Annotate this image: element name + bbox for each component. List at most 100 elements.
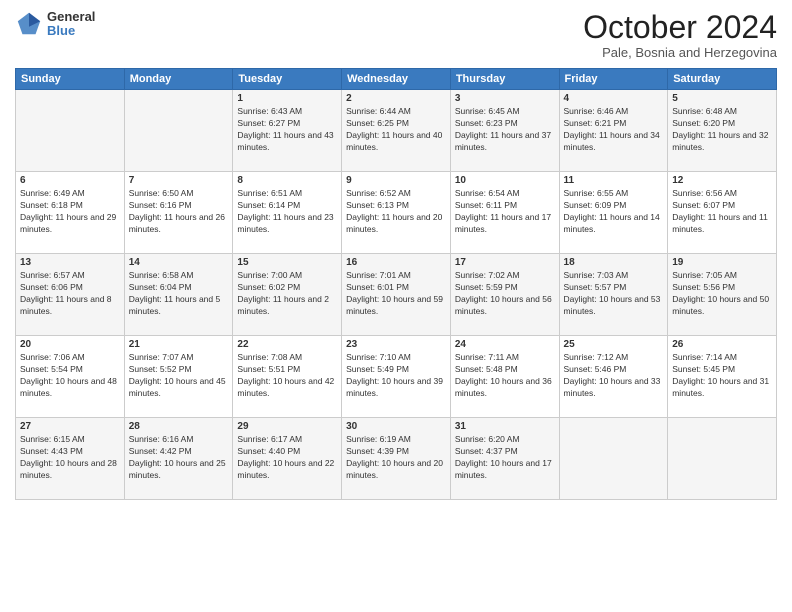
calendar-cell: 2 Sunrise: 6:44 AMSunset: 6:25 PMDaylight… <box>342 90 451 172</box>
day-number: 26 <box>672 339 772 350</box>
day-info: Sunrise: 7:10 AMSunset: 5:49 PMDaylight:… <box>346 352 446 400</box>
calendar-cell: 8 Sunrise: 6:51 AMSunset: 6:14 PMDaylight… <box>233 172 342 254</box>
day-info: Sunrise: 6:54 AMSunset: 6:11 PMDaylight:… <box>455 188 555 236</box>
calendar-cell: 21Sunrise: 7:07 AMSunset: 5:52 PMDayligh… <box>124 336 233 418</box>
day-number: 8 <box>237 175 337 186</box>
calendar-cell: 22Sunrise: 7:08 AMSunset: 5:51 PMDayligh… <box>233 336 342 418</box>
calendar-cell: 16 Sunrise: 7:01 AMSunset: 6:01 PMDayligh… <box>342 254 451 336</box>
day-number: 9 <box>346 175 446 186</box>
calendar-cell <box>668 418 777 500</box>
header-friday: Friday <box>559 69 668 90</box>
calendar-cell: 28 Sunrise: 6:16 AMSunset: 4:42 PMDayligh… <box>124 418 233 500</box>
day-number: 17 <box>455 257 555 268</box>
day-number: 13 <box>20 257 120 268</box>
day-number: 3 <box>455 93 555 104</box>
logo: General Blue <box>15 10 95 39</box>
calendar-table: Sunday Monday Tuesday Wednesday Thursday… <box>15 68 777 500</box>
header-tuesday: Tuesday <box>233 69 342 90</box>
day-number: 25 <box>564 339 664 350</box>
calendar-week-2: 6Sunrise: 6:49 AMSunset: 6:18 PMDaylight… <box>16 172 777 254</box>
title-block: October 2024 Pale, Bosnia and Herzegovin… <box>583 10 777 60</box>
calendar-cell: 9Sunrise: 6:52 AMSunset: 6:13 PMDaylight… <box>342 172 451 254</box>
day-info: Sunrise: 6:44 AMSunset: 6:25 PMDaylight:… <box>346 106 446 154</box>
logo-blue: Blue <box>47 24 95 38</box>
calendar-cell: 23 Sunrise: 7:10 AMSunset: 5:49 PMDayligh… <box>342 336 451 418</box>
day-info: Sunrise: 7:01 AMSunset: 6:01 PMDaylight:… <box>346 270 446 318</box>
day-number: 18 <box>564 257 664 268</box>
day-info: Sunrise: 6:51 AMSunset: 6:14 PMDaylight:… <box>237 188 337 236</box>
day-info: Sunrise: 6:55 AMSunset: 6:09 PMDaylight:… <box>564 188 664 236</box>
day-number: 27 <box>20 421 120 432</box>
day-info: Sunrise: 6:45 AMSunset: 6:23 PMDaylight:… <box>455 106 555 154</box>
day-info: Sunrise: 6:46 AMSunset: 6:21 PMDaylight:… <box>564 106 664 154</box>
day-info: Sunrise: 6:56 AMSunset: 6:07 PMDaylight:… <box>672 188 772 236</box>
header-wednesday: Wednesday <box>342 69 451 90</box>
header-row: Sunday Monday Tuesday Wednesday Thursday… <box>16 69 777 90</box>
calendar-week-1: 1Sunrise: 6:43 AMSunset: 6:27 PMDaylight… <box>16 90 777 172</box>
day-info: Sunrise: 7:00 AMSunset: 6:02 PMDaylight:… <box>237 270 337 318</box>
day-number: 28 <box>129 421 229 432</box>
logo-icon <box>15 10 43 38</box>
calendar-cell: 12 Sunrise: 6:56 AMSunset: 6:07 PMDayligh… <box>668 172 777 254</box>
day-info: Sunrise: 7:03 AMSunset: 5:57 PMDaylight:… <box>564 270 664 318</box>
day-info: Sunrise: 6:49 AMSunset: 6:18 PMDaylight:… <box>20 188 120 236</box>
header-saturday: Saturday <box>668 69 777 90</box>
day-number: 10 <box>455 175 555 186</box>
day-number: 14 <box>129 257 229 268</box>
day-info: Sunrise: 7:02 AMSunset: 5:59 PMDaylight:… <box>455 270 555 318</box>
day-number: 5 <box>672 93 772 104</box>
calendar-cell <box>124 90 233 172</box>
calendar-cell: 19Sunrise: 7:05 AMSunset: 5:56 PMDayligh… <box>668 254 777 336</box>
calendar-cell: 24Sunrise: 7:11 AMSunset: 5:48 PMDayligh… <box>450 336 559 418</box>
calendar-cell <box>559 418 668 500</box>
day-number: 4 <box>564 93 664 104</box>
calendar-header: Sunday Monday Tuesday Wednesday Thursday… <box>16 69 777 90</box>
day-number: 16 <box>346 257 446 268</box>
page: General Blue October 2024 Pale, Bosnia a… <box>0 0 792 612</box>
calendar-cell: 27 Sunrise: 6:15 AMSunset: 4:43 PMDayligh… <box>16 418 125 500</box>
day-info: Sunrise: 6:15 AMSunset: 4:43 PMDaylight:… <box>20 434 120 482</box>
calendar-cell <box>16 90 125 172</box>
logo-general: General <box>47 10 95 24</box>
calendar-cell: 30 Sunrise: 6:19 AMSunset: 4:39 PMDayligh… <box>342 418 451 500</box>
day-number: 12 <box>672 175 772 186</box>
day-number: 24 <box>455 339 555 350</box>
day-number: 2 <box>346 93 446 104</box>
day-number: 15 <box>237 257 337 268</box>
day-info: Sunrise: 6:16 AMSunset: 4:42 PMDaylight:… <box>129 434 229 482</box>
day-number: 31 <box>455 421 555 432</box>
month-title: October 2024 <box>583 10 777 45</box>
calendar-cell: 6Sunrise: 6:49 AMSunset: 6:18 PMDaylight… <box>16 172 125 254</box>
location: Pale, Bosnia and Herzegovina <box>583 45 777 60</box>
header-thursday: Thursday <box>450 69 559 90</box>
calendar-cell: 25 Sunrise: 7:12 AMSunset: 5:46 PMDayligh… <box>559 336 668 418</box>
day-info: Sunrise: 7:06 AMSunset: 5:54 PMDaylight:… <box>20 352 120 400</box>
calendar-cell: 29 Sunrise: 6:17 AMSunset: 4:40 PMDayligh… <box>233 418 342 500</box>
calendar-cell: 13 Sunrise: 6:57 AMSunset: 6:06 PMDayligh… <box>16 254 125 336</box>
day-number: 30 <box>346 421 446 432</box>
day-info: Sunrise: 7:05 AMSunset: 5:56 PMDaylight:… <box>672 270 772 318</box>
calendar-cell: 18 Sunrise: 7:03 AMSunset: 5:57 PMDayligh… <box>559 254 668 336</box>
day-info: Sunrise: 6:48 AMSunset: 6:20 PMDaylight:… <box>672 106 772 154</box>
day-number: 23 <box>346 339 446 350</box>
logo-text: General Blue <box>47 10 95 39</box>
day-info: Sunrise: 6:50 AMSunset: 6:16 PMDaylight:… <box>129 188 229 236</box>
calendar-body: 1Sunrise: 6:43 AMSunset: 6:27 PMDaylight… <box>16 90 777 500</box>
calendar-cell: 4 Sunrise: 6:46 AMSunset: 6:21 PMDaylight… <box>559 90 668 172</box>
calendar-week-4: 20 Sunrise: 7:06 AMSunset: 5:54 PMDayligh… <box>16 336 777 418</box>
day-info: Sunrise: 7:14 AMSunset: 5:45 PMDaylight:… <box>672 352 772 400</box>
calendar-cell: 1Sunrise: 6:43 AMSunset: 6:27 PMDaylight… <box>233 90 342 172</box>
calendar-week-5: 27 Sunrise: 6:15 AMSunset: 4:43 PMDayligh… <box>16 418 777 500</box>
calendar-cell: 17 Sunrise: 7:02 AMSunset: 5:59 PMDayligh… <box>450 254 559 336</box>
day-info: Sunrise: 7:12 AMSunset: 5:46 PMDaylight:… <box>564 352 664 400</box>
calendar-cell: 14Sunrise: 6:58 AMSunset: 6:04 PMDayligh… <box>124 254 233 336</box>
day-info: Sunrise: 6:17 AMSunset: 4:40 PMDaylight:… <box>237 434 337 482</box>
day-info: Sunrise: 6:57 AMSunset: 6:06 PMDaylight:… <box>20 270 120 318</box>
header: General Blue October 2024 Pale, Bosnia a… <box>15 10 777 60</box>
day-number: 29 <box>237 421 337 432</box>
day-number: 22 <box>237 339 337 350</box>
day-info: Sunrise: 6:19 AMSunset: 4:39 PMDaylight:… <box>346 434 446 482</box>
calendar-cell: 31Sunrise: 6:20 AMSunset: 4:37 PMDayligh… <box>450 418 559 500</box>
day-number: 20 <box>20 339 120 350</box>
day-number: 11 <box>564 175 664 186</box>
